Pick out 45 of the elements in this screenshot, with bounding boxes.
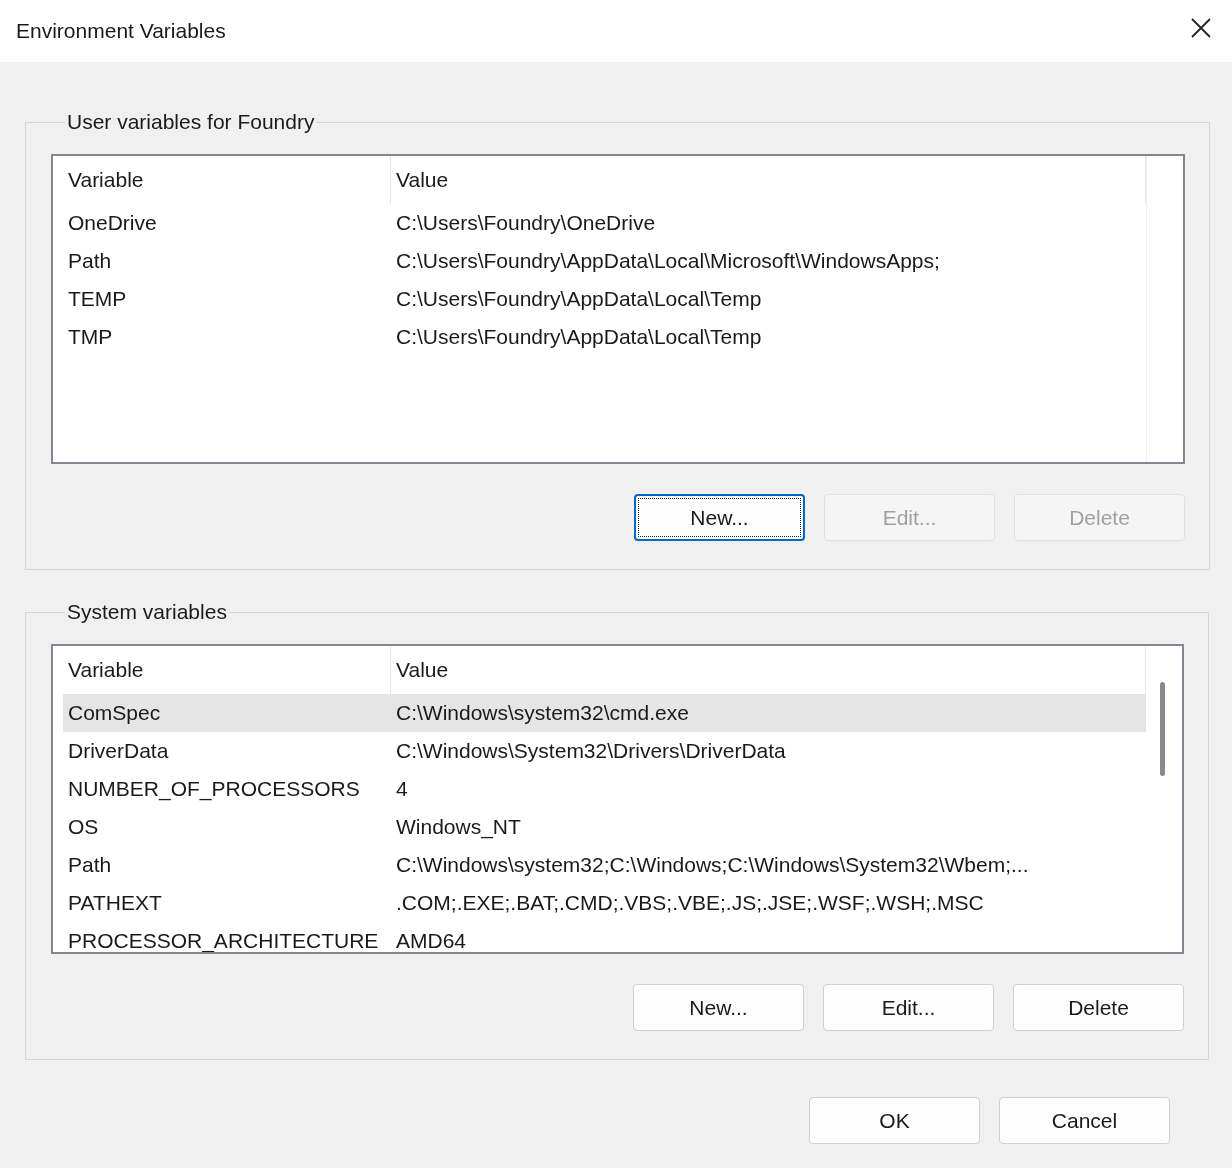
variable-row[interactable]: PROCESSOR_ARCHITECTURE AMD64 [63,922,1146,952]
variable-value: C:\Users\Foundry\AppData\Local\Temp [395,287,763,311]
dialog-button[interactable]: Cancel [999,1097,1170,1144]
variable-row[interactable]: TMP C:\Users\Foundry\AppData\Local\Temp [63,318,1146,356]
variable-name: Path [67,249,113,273]
variable-name: NUMBER_OF_PROCESSORS [67,777,361,801]
variable-name: OneDrive [67,211,158,235]
variable-row[interactable]: OS Windows_NT [63,808,1146,846]
window-title: Environment Variables [16,19,226,43]
variable-name: Path [67,853,113,877]
dialog-button[interactable]: Delete [1013,984,1184,1031]
variable-value: C:\Users\Foundry\OneDrive [395,211,657,235]
group-label: System variables [66,600,228,624]
variable-value: 4 [395,777,409,801]
dialog-button[interactable]: New... [633,984,804,1031]
variable-value: C:\Windows\System32\Drivers\DriverData [395,739,787,763]
variable-row[interactable]: DriverData C:\Windows\System32\Drivers\DriverData [63,732,1146,770]
variable-row[interactable]: TEMP C:\Users\Foundry\AppData\Local\Temp [63,280,1146,318]
group-label: User variables for Foundry [66,110,316,134]
variable-value: C:\Users\Foundry\AppData\Local\Temp [395,325,763,349]
variable-name: ComSpec [67,701,162,725]
variable-value: Windows_NT [395,815,522,839]
dialog-button[interactable]: New... [634,494,805,541]
variable-value: C:\Users\Foundry\AppData\Local\Microsoft\WindowsApps; [395,249,941,273]
variable-name: TEMP [67,287,128,311]
variable-name: DriverData [67,739,170,763]
variable-row[interactable]: ComSpec C:\Windows\system32\cmd.exe [63,694,1146,732]
dialog-button[interactable]: Edit... [823,984,994,1031]
variable-row[interactable]: Path C:\Users\Foundry\AppData\Local\Microsoft\WindowsApps; [63,242,1146,280]
variable-name: PATHEXT [67,891,163,915]
variable-row[interactable]: OneDrive C:\Users\Foundry\OneDrive [63,204,1146,242]
variable-row[interactable]: PATHEXT .COM;.EXE;.BAT;.CMD;.VBS;.VBE;.JS;.JSE;.WSF;.WSH;.MSC [63,884,1146,922]
dialog-button[interactable]: OK [809,1097,980,1144]
variable-value: C:\Windows\system32;C:\Windows;C:\Windows\System32\Wbem;... [395,853,1030,877]
variable-name: PROCESSOR_ARCHITECTURE [67,929,380,952]
close-icon[interactable] [1190,17,1212,39]
variable-name: TMP [67,325,114,349]
variable-name: OS [67,815,100,839]
variable-row[interactable]: Path C:\Windows\system32;C:\Windows;C:\Windows\System32\Wbem;... [63,846,1146,884]
variable-row[interactable]: NUMBER_OF_PROCESSORS 4 [63,770,1146,808]
variable-value: .COM;.EXE;.BAT;.CMD;.VBS;.VBE;.JS;.JSE;.WSF;.WSH;.MSC [395,891,985,915]
variable-value: C:\Windows\system32\cmd.exe [395,701,690,725]
column-header[interactable]: Variable [63,156,391,204]
variable-value: AMD64 [395,929,468,952]
column-header[interactable]: Value [391,156,1146,204]
